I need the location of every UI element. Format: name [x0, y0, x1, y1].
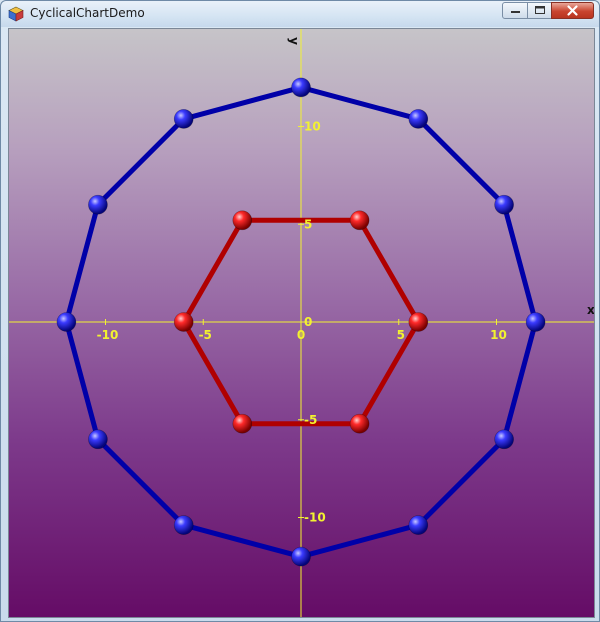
- series-outer-point[interactable]: [408, 109, 429, 129]
- x-tick-label: -5: [199, 328, 212, 342]
- title-bar[interactable]: CyclicalChartDemo: [1, 1, 599, 27]
- series-inner-point[interactable]: [232, 210, 253, 231]
- close-button[interactable]: [551, 2, 594, 19]
- app-window: CyclicalChartDemo -10 -5 0 5 10 10 5 0 -…: [0, 0, 600, 622]
- minimize-button[interactable]: [502, 2, 528, 19]
- maximize-button[interactable]: [527, 2, 552, 19]
- series-outer-point[interactable]: [525, 312, 546, 332]
- y-tick-label: 5: [304, 217, 312, 231]
- series-outer-point[interactable]: [291, 77, 311, 98]
- series-outer-point[interactable]: [88, 429, 108, 450]
- x-tick-label: 5: [397, 328, 405, 342]
- series-outer-point[interactable]: [494, 429, 514, 450]
- series-outer-point[interactable]: [408, 515, 429, 535]
- series-outer-point[interactable]: [173, 109, 194, 129]
- close-icon: [567, 5, 578, 16]
- window-title: CyclicalChartDemo: [30, 6, 145, 20]
- series-outer-point[interactable]: [291, 546, 311, 567]
- chart-plot-area: -10 -5 0 5 10 10 5 0 -5 -10 x y: [8, 28, 595, 618]
- series-outer-point[interactable]: [88, 194, 108, 215]
- x-tick-label: 10: [490, 328, 507, 342]
- x-axis-title: x: [587, 303, 594, 317]
- series-inner-point[interactable]: [232, 413, 253, 434]
- y-tick-label: 10: [304, 120, 321, 134]
- series-outer-point[interactable]: [56, 312, 77, 332]
- series-inner-point[interactable]: [349, 413, 370, 434]
- y-tick-label: -10: [304, 511, 326, 525]
- maximize-icon: [535, 6, 545, 14]
- chart-canvas: -10 -5 0 5 10 10 5 0 -5 -10 x y: [9, 29, 594, 617]
- x-tick-label: -10: [97, 328, 119, 342]
- y-tick-label: 0: [304, 315, 312, 329]
- series-inner-point[interactable]: [408, 312, 429, 332]
- y-tick-label: -5: [304, 413, 317, 427]
- series-inner-point[interactable]: [173, 312, 194, 332]
- series-inner-point[interactable]: [349, 210, 370, 231]
- x-tick-label: 0: [297, 328, 305, 342]
- minimize-icon: [511, 11, 520, 13]
- y-axis-title: y: [287, 37, 301, 45]
- series-outer-point[interactable]: [173, 515, 194, 535]
- series-outer-point[interactable]: [494, 194, 514, 215]
- app-cube-icon: [8, 6, 24, 22]
